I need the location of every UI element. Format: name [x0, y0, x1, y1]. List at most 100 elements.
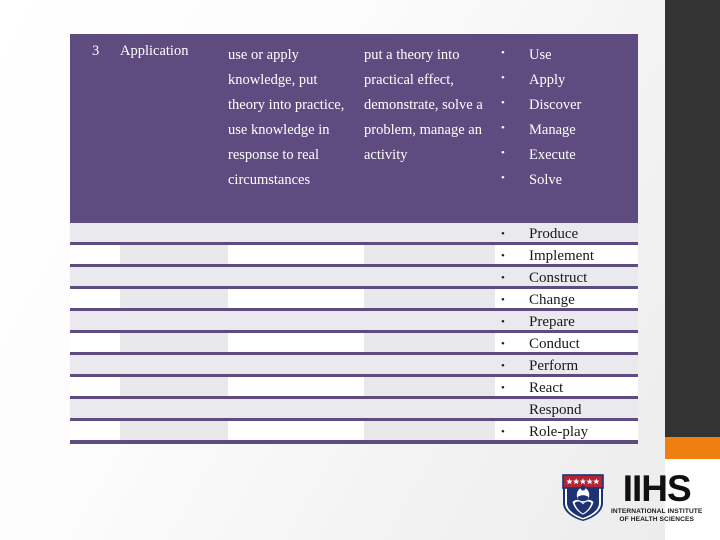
bullet-icon: •: [501, 316, 505, 328]
row-cell-level: [70, 245, 120, 264]
bullet-icon: •: [501, 382, 505, 394]
row-cell-description: [228, 311, 364, 330]
row-cell-category: [120, 333, 228, 352]
header-verb-list: • Use • Apply • Discover • Manage • Exec…: [495, 39, 638, 220]
list-item: • Discover: [495, 93, 638, 118]
table-row: • Implement: [70, 242, 638, 264]
row-cell-level: [70, 377, 120, 396]
row-cell-category: [120, 311, 228, 330]
logo-tagline-line1: INTERNATIONAL INSTITUTE: [611, 508, 703, 516]
table-row: • Conduct: [70, 330, 638, 352]
row-cell-description: [228, 421, 364, 440]
row-cell-description-2: [364, 223, 495, 242]
row-cell-description-2: [364, 267, 495, 286]
header-description-2: put a theory into practical effect, demo…: [364, 47, 483, 163]
row-cell-description: [228, 267, 364, 286]
table-row: • Role-play: [70, 418, 638, 440]
row-cell-verb: • Role-play: [495, 421, 638, 440]
header-category-name: Application: [120, 43, 189, 59]
slide-canvas: 3 Application use or apply knowledge, pu…: [0, 0, 720, 540]
row-cell-description-2: [364, 289, 495, 308]
bullet-icon: •: [501, 97, 505, 109]
row-cell-description-2: [364, 311, 495, 330]
verb-label: Manage: [529, 122, 576, 138]
row-cell-category: [120, 355, 228, 374]
bullet-icon: •: [501, 72, 505, 84]
verb-label: Discover: [529, 97, 582, 113]
bullet-icon: •: [501, 360, 505, 372]
row-cell-verb: Respond: [495, 399, 638, 418]
row-cell-verb: • Perform: [495, 355, 638, 374]
table-row: • Prepare: [70, 308, 638, 330]
logo-tagline-line2: OF HEALTH SCIENCES: [619, 516, 695, 523]
table-row: • Produce: [70, 220, 638, 242]
row-cell-level: [70, 311, 120, 330]
table-header-row: 3 Application use or apply knowledge, pu…: [70, 34, 638, 220]
row-cell-description: [228, 399, 364, 418]
bullet-icon: •: [501, 147, 505, 159]
header-description: use or apply knowledge, put theory into …: [228, 47, 345, 188]
row-cell-category: [120, 223, 228, 242]
row-cell-description-2: [364, 399, 495, 418]
table-row: • Construct: [70, 264, 638, 286]
list-item: • Use: [495, 43, 638, 68]
verb-label: Apply: [529, 72, 566, 88]
bullet-icon: •: [501, 338, 505, 350]
row-cell-description: [228, 289, 364, 308]
right-orange-band: [665, 437, 720, 459]
row-cell-description: [228, 223, 364, 242]
row-cell-verb: • React: [495, 377, 638, 396]
bullet-icon: •: [501, 294, 505, 306]
row-cell-category: [120, 421, 228, 440]
row-cell-description-2: [364, 421, 495, 440]
row-cell-level: [70, 355, 120, 374]
row-cell-description: [228, 245, 364, 264]
row-cell-category: [120, 245, 228, 264]
row-cell-category: [120, 289, 228, 308]
table-row: • Perform: [70, 352, 638, 374]
row-cell-category: [120, 377, 228, 396]
table-row: • Change: [70, 286, 638, 308]
row-cell-description-2: [364, 245, 495, 264]
bullet-icon: •: [501, 122, 505, 134]
header-level-number: 3: [92, 43, 100, 59]
row-cell-level: [70, 289, 120, 308]
bullet-icon: •: [501, 47, 505, 59]
list-item: • Solve: [495, 168, 638, 193]
row-cell-verb: • Prepare: [495, 311, 638, 330]
bullet-icon: •: [501, 228, 505, 240]
row-cell-category: [120, 267, 228, 286]
row-cell-description: [228, 355, 364, 374]
row-cell-level: [70, 421, 120, 440]
list-item: • Role-play: [495, 421, 638, 443]
row-cell-description-2: [364, 355, 495, 374]
list-item: • Manage: [495, 118, 638, 143]
logo-wordmark: IIHS INTERNATIONAL INSTITUTE OF HEALTH S…: [611, 470, 702, 523]
table-row: Respond: [70, 396, 638, 418]
list-item: • Execute: [495, 143, 638, 168]
verb-label: Execute: [529, 147, 576, 163]
iihs-logo: IIHS INTERNATIONAL INSTITUTE OF HEALTH S…: [560, 466, 715, 528]
row-cell-level: [70, 333, 120, 352]
table-body: • Produce • Implement • Construct • Chan…: [70, 220, 638, 444]
row-cell-description-2: [364, 333, 495, 352]
verb-label: Use: [529, 47, 552, 63]
row-cell-verb: • Conduct: [495, 333, 638, 352]
bullet-icon: •: [501, 250, 505, 262]
logo-acronym: IIHS: [622, 468, 692, 510]
bullet-icon: •: [501, 172, 505, 184]
verb-label: Solve: [529, 172, 563, 188]
row-cell-level: [70, 267, 120, 286]
row-cell-verb: • Produce: [495, 223, 638, 242]
table-row: • React: [70, 374, 638, 396]
row-cell-verb: • Construct: [495, 267, 638, 286]
row-cell-level: [70, 399, 120, 418]
shield-crest-icon: [560, 471, 606, 523]
row-cell-description-2: [364, 377, 495, 396]
verb-label: Role-play: [529, 424, 589, 440]
row-cell-description: [228, 333, 364, 352]
list-item: • Apply: [495, 68, 638, 93]
bullet-icon: •: [501, 272, 505, 284]
row-cell-category: [120, 399, 228, 418]
row-cell-level: [70, 223, 120, 242]
